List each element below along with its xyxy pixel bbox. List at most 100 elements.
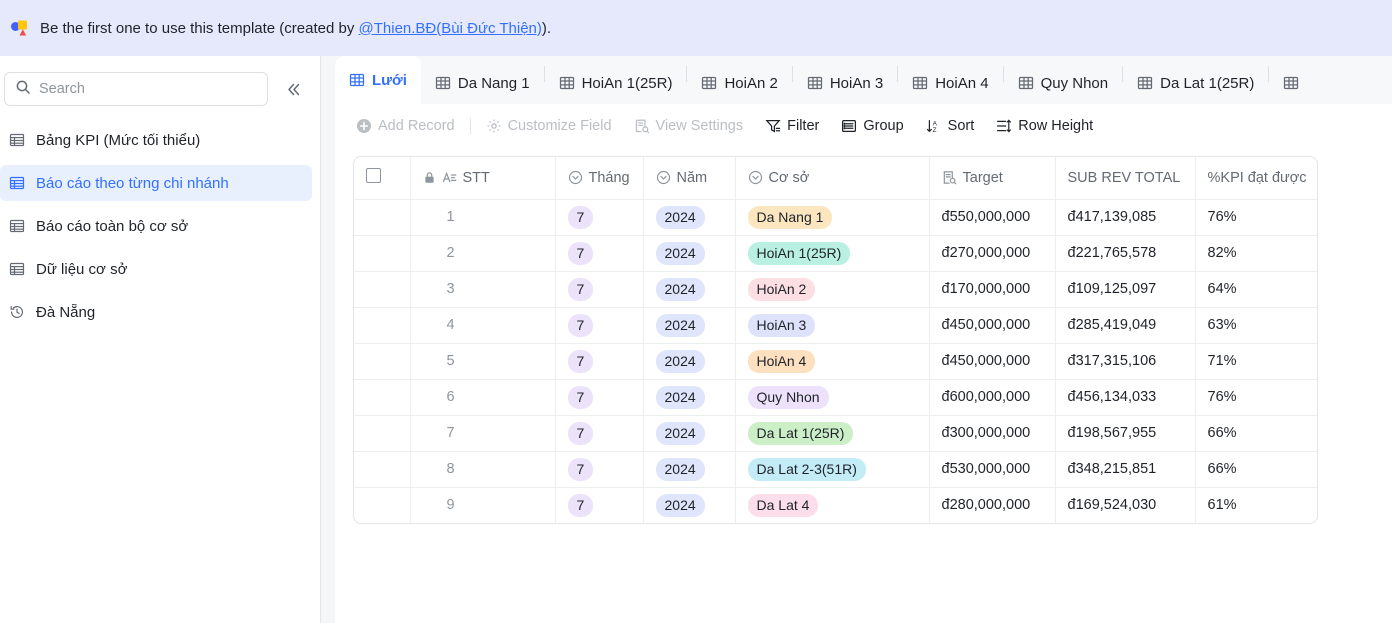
- cell-co-so[interactable]: HoiAn 3: [735, 307, 930, 344]
- row-select-cell[interactable]: [354, 199, 411, 236]
- cell-kpi[interactable]: 61%: [1195, 487, 1317, 523]
- cell-stt[interactable]: 4: [410, 307, 556, 344]
- banner-author-link[interactable]: @Thien.BĐ(Bùi Đức Thiện): [359, 20, 542, 37]
- cell-kpi[interactable]: 71%: [1195, 343, 1317, 380]
- tab-hoian-3[interactable]: HoiAn 3: [793, 62, 897, 104]
- cell-kpi[interactable]: 66%: [1195, 451, 1317, 488]
- cell-stt[interactable]: 6: [410, 379, 556, 416]
- row-select-cell[interactable]: [354, 343, 411, 380]
- collapse-left-icon[interactable]: [278, 74, 308, 104]
- row-select-cell[interactable]: [354, 415, 411, 452]
- cell-nam[interactable]: 2024: [643, 343, 736, 380]
- tab-quy-nhon[interactable]: Quy Nhon: [1004, 62, 1123, 104]
- cell-nam[interactable]: 2024: [643, 379, 736, 416]
- sidebar-item-da-nang[interactable]: Đà Nẵng: [0, 294, 312, 330]
- cell-sub-rev-total[interactable]: đ348,215,851: [1055, 451, 1196, 488]
- row-select-cell[interactable]: [354, 487, 411, 523]
- cell-nam[interactable]: 2024: [643, 199, 736, 236]
- column-header-select-all[interactable]: [354, 157, 411, 200]
- cell-stt[interactable]: 7: [410, 415, 556, 452]
- tab-hoian-1-25r[interactable]: HoiAn 1(25R): [545, 62, 687, 104]
- cell-sub-rev-total[interactable]: đ169,524,030: [1055, 487, 1196, 523]
- group-button[interactable]: Group: [830, 111, 914, 141]
- tab-da-lat-1-25r[interactable]: Da Lat 1(25R): [1123, 62, 1268, 104]
- sidebar-item-du-lieu-co-so[interactable]: Dữ liệu cơ sở: [0, 251, 312, 287]
- cell-sub-rev-total[interactable]: đ317,315,106: [1055, 343, 1196, 380]
- cell-stt[interactable]: 8: [410, 451, 556, 488]
- column-header-nam[interactable]: Năm: [643, 157, 736, 200]
- cell-co-so[interactable]: Da Lat 1(25R): [735, 415, 930, 452]
- cell-co-so[interactable]: Da Lat 4: [735, 487, 930, 523]
- row-select-cell[interactable]: [354, 379, 411, 416]
- cell-thang[interactable]: 7: [555, 307, 644, 344]
- cell-target[interactable]: đ450,000,000: [929, 343, 1056, 380]
- cell-co-so[interactable]: Quy Nhon: [735, 379, 930, 416]
- table-row[interactable]: 1 7 2024 Da Nang 1 đ550,000,000 đ417,139,085 7…: [354, 199, 1317, 236]
- cell-sub-rev-total[interactable]: đ285,419,049: [1055, 307, 1196, 344]
- cell-target[interactable]: đ280,000,000: [929, 487, 1056, 523]
- search-input[interactable]: Search: [39, 81, 85, 97]
- row-select-cell[interactable]: [354, 271, 411, 308]
- cell-target[interactable]: đ550,000,000: [929, 199, 1056, 236]
- sidebar-item-bao-cao-chi-nhanh[interactable]: Báo cáo theo từng chi nhánh: [0, 165, 312, 201]
- cell-co-so[interactable]: Da Lat 2-3(51R): [735, 451, 930, 488]
- cell-nam[interactable]: 2024: [643, 487, 736, 523]
- sort-button[interactable]: A Z Sort: [915, 111, 986, 141]
- row-select-cell[interactable]: [354, 307, 411, 344]
- cell-kpi[interactable]: 82%: [1195, 235, 1317, 272]
- sidebar-item-bang-kpi[interactable]: Bảng KPI (Mức tối thiểu): [0, 122, 312, 158]
- cell-thang[interactable]: 7: [555, 343, 644, 380]
- cell-kpi[interactable]: 63%: [1195, 307, 1317, 344]
- cell-nam[interactable]: 2024: [643, 415, 736, 452]
- cell-sub-rev-total[interactable]: đ198,567,955: [1055, 415, 1196, 452]
- column-header-thang[interactable]: Tháng: [555, 157, 644, 200]
- table-row[interactable]: 7 7 2024 Da Lat 1(25R) đ300,000,000 đ198,567,…: [354, 415, 1317, 452]
- cell-stt[interactable]: 2: [410, 235, 556, 272]
- search-box[interactable]: Search: [4, 72, 268, 106]
- cell-thang[interactable]: 7: [555, 379, 644, 416]
- cell-target[interactable]: đ600,000,000: [929, 379, 1056, 416]
- cell-thang[interactable]: 7: [555, 451, 644, 488]
- column-header-sub-rev-total[interactable]: SUB REV TOTAL: [1055, 157, 1196, 200]
- filter-button[interactable]: Filter: [754, 111, 830, 141]
- tab-hoian-2[interactable]: HoiAn 2: [687, 62, 791, 104]
- checkbox-icon[interactable]: [366, 168, 381, 184]
- cell-co-so[interactable]: HoiAn 1(25R): [735, 235, 930, 272]
- row-select-cell[interactable]: [354, 451, 411, 488]
- cell-co-so[interactable]: Da Nang 1: [735, 199, 930, 236]
- cell-nam[interactable]: 2024: [643, 451, 736, 488]
- cell-sub-rev-total[interactable]: đ456,134,033: [1055, 379, 1196, 416]
- cell-kpi[interactable]: 66%: [1195, 415, 1317, 452]
- cell-thang[interactable]: 7: [555, 415, 644, 452]
- row-select-cell[interactable]: [354, 235, 411, 272]
- table-row[interactable]: 5 7 2024 HoiAn 4 đ450,000,000 đ317,315,106 71%: [354, 343, 1317, 380]
- cell-target[interactable]: đ270,000,000: [929, 235, 1056, 272]
- cell-nam[interactable]: 2024: [643, 235, 736, 272]
- table-row[interactable]: 9 7 2024 Da Lat 4 đ280,000,000 đ169,524,030 61…: [354, 487, 1317, 523]
- table-row[interactable]: 4 7 2024 HoiAn 3 đ450,000,000 đ285,419,049 63%: [354, 307, 1317, 344]
- table-row[interactable]: 2 7 2024 HoiAn 1(25R) đ270,000,000 đ221,765,5…: [354, 235, 1317, 272]
- table-row[interactable]: 3 7 2024 HoiAn 2 đ170,000,000 đ109,125,097 64%: [354, 271, 1317, 308]
- cell-co-so[interactable]: HoiAn 2: [735, 271, 930, 308]
- cell-thang[interactable]: 7: [555, 199, 644, 236]
- tab-overflow-next[interactable]: [1269, 62, 1320, 104]
- cell-thang[interactable]: 7: [555, 271, 644, 308]
- cell-stt[interactable]: 3: [410, 271, 556, 308]
- cell-nam[interactable]: 2024: [643, 307, 736, 344]
- cell-target[interactable]: đ530,000,000: [929, 451, 1056, 488]
- cell-stt[interactable]: 5: [410, 343, 556, 380]
- customize-field-button[interactable]: Customize Field: [475, 111, 623, 141]
- column-header-kpi[interactable]: %KPI đạt được: [1195, 157, 1317, 200]
- row-height-button[interactable]: Row Height: [985, 111, 1104, 141]
- cell-kpi[interactable]: 76%: [1195, 379, 1317, 416]
- cell-stt[interactable]: 9: [410, 487, 556, 523]
- add-record-button[interactable]: Add Record: [345, 111, 466, 141]
- table-row[interactable]: 6 7 2024 Quy Nhon đ600,000,000 đ456,134,033 76…: [354, 379, 1317, 416]
- column-header-target[interactable]: Target: [929, 157, 1056, 200]
- cell-kpi[interactable]: 76%: [1195, 199, 1317, 236]
- cell-thang[interactable]: 7: [555, 235, 644, 272]
- cell-sub-rev-total[interactable]: đ109,125,097: [1055, 271, 1196, 308]
- column-header-co-so[interactable]: Cơ sở: [735, 157, 930, 200]
- tab-da-nang-1[interactable]: Da Nang 1: [421, 62, 544, 104]
- tab-luoi[interactable]: Lưới: [335, 56, 421, 104]
